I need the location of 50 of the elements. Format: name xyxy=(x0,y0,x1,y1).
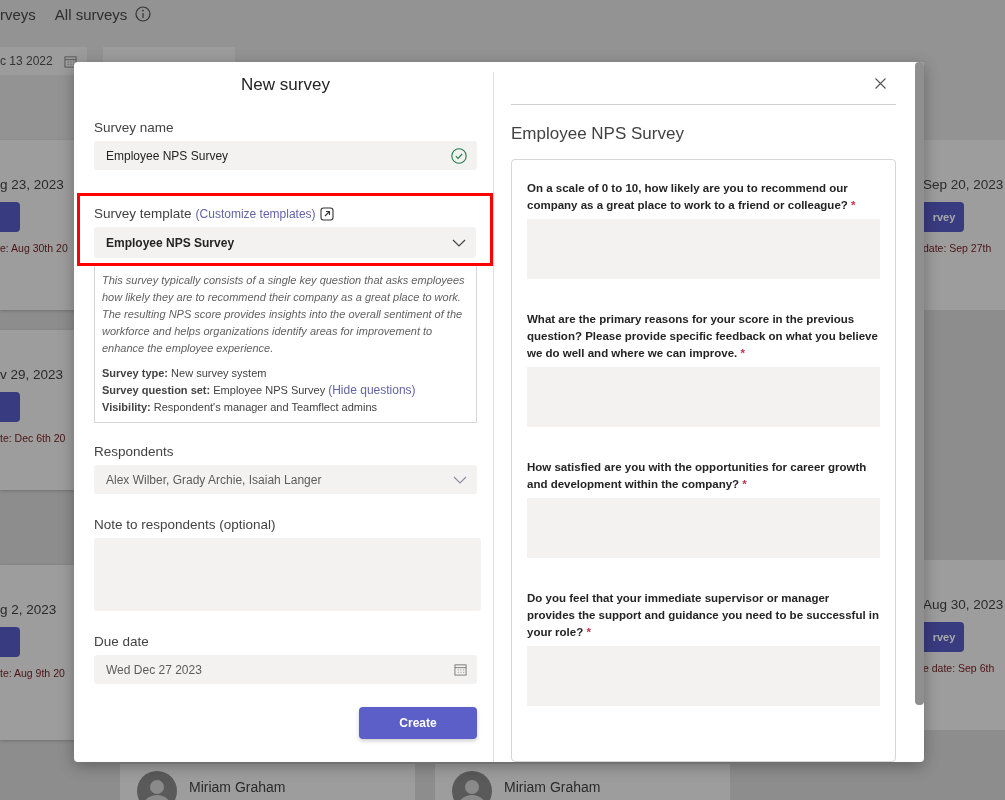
person-name: Miriam Graham xyxy=(189,779,286,795)
tab[interactable]: All surveys xyxy=(54,5,128,23)
hide-questions-link[interactable]: (Hide questions) xyxy=(328,383,416,397)
due-date-text: te: Dec 6th 20 xyxy=(0,432,67,444)
survey-name-field[interactable]: Employee NPS Survey xyxy=(94,141,477,170)
template-dropdown[interactable]: Employee NPS Survey xyxy=(94,227,476,258)
customize-templates-link[interactable]: (Customize templates) xyxy=(195,206,316,221)
tab[interactable]: rveys xyxy=(0,5,36,23)
close-icon[interactable] xyxy=(875,77,886,89)
question-text: Do you feel that your immediate supervisor or manager provides the support and guidance you need to be successful in your role? * xyxy=(527,591,880,640)
respondents-dropdown[interactable]: Alex Wilber, Grady Archie, Isaiah Langer xyxy=(94,465,477,494)
info-icon xyxy=(135,6,152,22)
template-description: This survey typically consists of a single key question that asks employees how likely they are to recommend their company as a great place to work. The resulting NPS score provides insights into the overall sentiment of the workforce and helps organizations identify areas for improvement to enhance the employee experience. xyxy=(102,273,466,356)
field-label: Note to respondents (optional) xyxy=(94,517,277,532)
avatar xyxy=(452,771,492,800)
survey-date: Aug 30, 2023 xyxy=(923,597,1004,612)
field-label: Survey template xyxy=(94,206,192,221)
person-name: Miriam Graham xyxy=(504,779,601,795)
dialog-title: New survey xyxy=(240,75,331,95)
survey-date: g 2, 2023 xyxy=(0,602,58,617)
calendar-icon xyxy=(454,663,467,676)
template-detail: Survey question set: Employee NPS Survey (Hide questions) xyxy=(102,382,417,399)
external-link-icon xyxy=(319,206,334,221)
due-date-text: te: Aug 9th 20 xyxy=(0,667,66,679)
chevron-down-icon xyxy=(453,475,467,484)
due-date-field[interactable]: Wed Dec 27 2023 xyxy=(94,655,477,684)
field-label: Respondents xyxy=(94,444,175,459)
create-button[interactable]: Create xyxy=(359,707,477,739)
template-detail: Visibility: Respondent's manager and Teamflect admins xyxy=(102,400,378,415)
avatar xyxy=(137,771,177,800)
field-label: Due date xyxy=(94,634,150,649)
survey-button[interactable] xyxy=(0,392,20,422)
survey-button[interactable] xyxy=(0,627,20,657)
question-text: What are the primary reasons for your score in the previous question? Please provide specific feedback on what you believe we do well and where we can improve. * xyxy=(527,312,879,361)
calendar-icon xyxy=(64,54,77,68)
scrollbar-thumb[interactable] xyxy=(915,62,924,705)
question-text: How satisfied are you with the opportunities for career growth and development within the company? * xyxy=(527,460,868,492)
preview-title: Employee NPS Survey xyxy=(511,124,685,144)
survey-button[interactable] xyxy=(0,202,20,232)
due-date-text: e: Aug 30th 20 xyxy=(0,242,69,254)
due-date-text: date: Sep 27th xyxy=(923,242,992,254)
chevron-down-icon xyxy=(452,238,466,247)
due-date-text: e date: Sep 6th xyxy=(923,662,995,674)
date-field[interactable]: c 13 2022 xyxy=(0,47,87,75)
question-text: On a scale of 0 to 10, how likely are you to recommend our company as a great place to work to a friend or colleague? * xyxy=(527,181,857,213)
survey-date: v 29, 2023 xyxy=(0,367,65,382)
template-detail: Survey type: New survey system xyxy=(102,366,268,381)
survey-date: g 23, 2023 xyxy=(0,177,65,192)
field-label: Survey name xyxy=(94,120,175,135)
survey-date: Sep 20, 2023 xyxy=(923,177,1004,192)
